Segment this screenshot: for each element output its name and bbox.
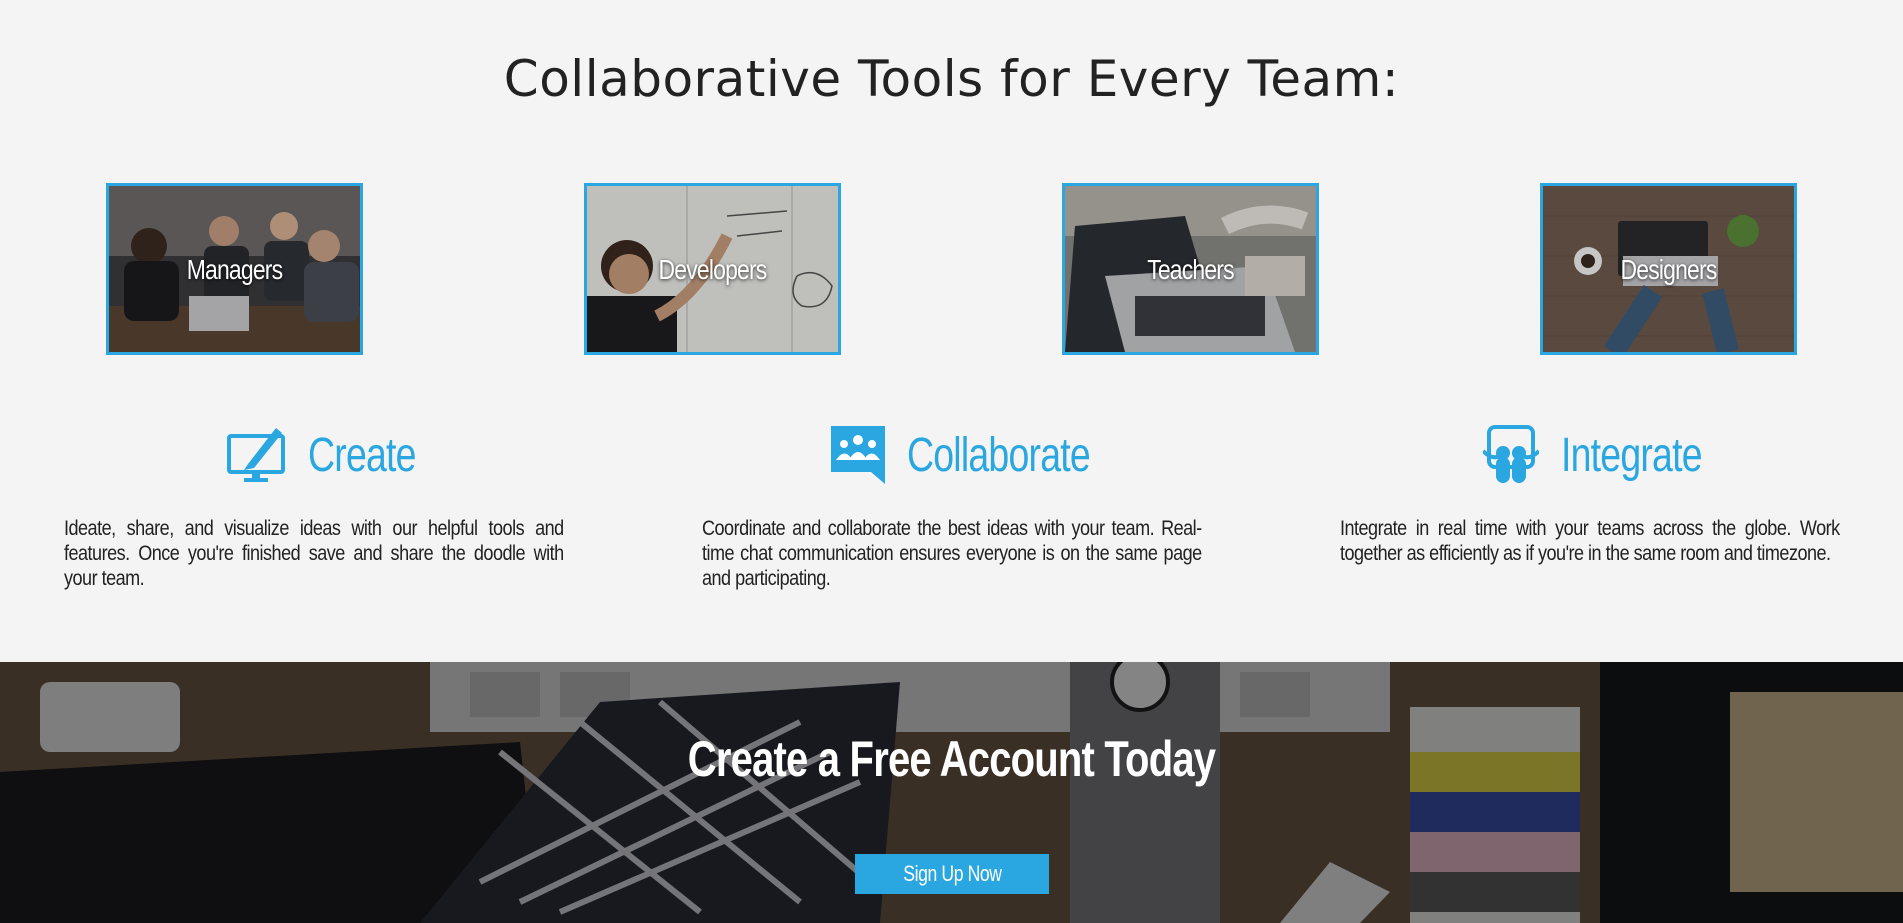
tile-teachers[interactable]: Teachers <box>1062 183 1319 355</box>
feature-description: Coordinate and collaborate the best idea… <box>702 517 1202 590</box>
cta-heading: Create a Free Account Today <box>687 731 1216 787</box>
feature-description: Ideate, share, and visualize ideas with … <box>64 517 564 590</box>
tile-label: Designers <box>1620 254 1718 285</box>
tile-label: Developers <box>658 254 768 285</box>
tile-designers[interactable]: Designers <box>1540 183 1797 355</box>
group-chat-icon <box>831 426 885 484</box>
feature-title: Collaborate <box>907 428 1091 482</box>
page-title: Collaborative Tools for Every Team: <box>503 50 1400 108</box>
sign-up-button-label: Sign Up Now <box>902 861 1002 886</box>
tile-managers[interactable]: Managers <box>106 183 363 355</box>
monitor-pen-icon <box>227 428 285 482</box>
feature-title: Integrate <box>1561 428 1703 482</box>
tile-developers[interactable]: Developers <box>584 183 841 355</box>
feature-title: Create <box>308 428 416 482</box>
tile-label: Teachers <box>1147 254 1234 285</box>
tile-label: Managers <box>186 254 283 285</box>
feature-description: Integrate in real time with your teams a… <box>1340 517 1840 565</box>
slideshare-icon <box>1483 425 1539 483</box>
sign-up-button[interactable]: Sign Up Now <box>855 854 1049 894</box>
signup-banner: Create a Free Account Today Sign Up Now <box>0 662 1903 923</box>
